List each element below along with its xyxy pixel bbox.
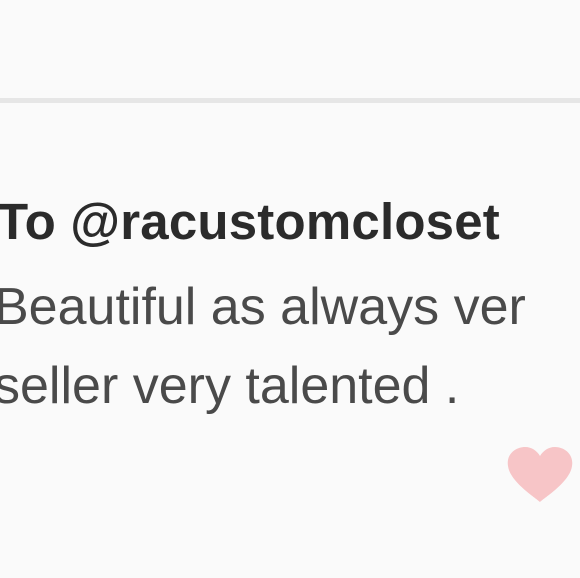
heart-icon: [507, 447, 573, 502]
comment-message-line-2: seller very talented .: [0, 357, 460, 415]
comment-message: Beautiful as always ver seller very tale…: [0, 268, 580, 426]
comment-recipient: To @racustomcloset: [0, 193, 500, 250]
comment-message-line-1: Beautiful as always ver: [0, 278, 526, 336]
section-divider: [0, 98, 580, 103]
like-button[interactable]: [506, 446, 574, 504]
